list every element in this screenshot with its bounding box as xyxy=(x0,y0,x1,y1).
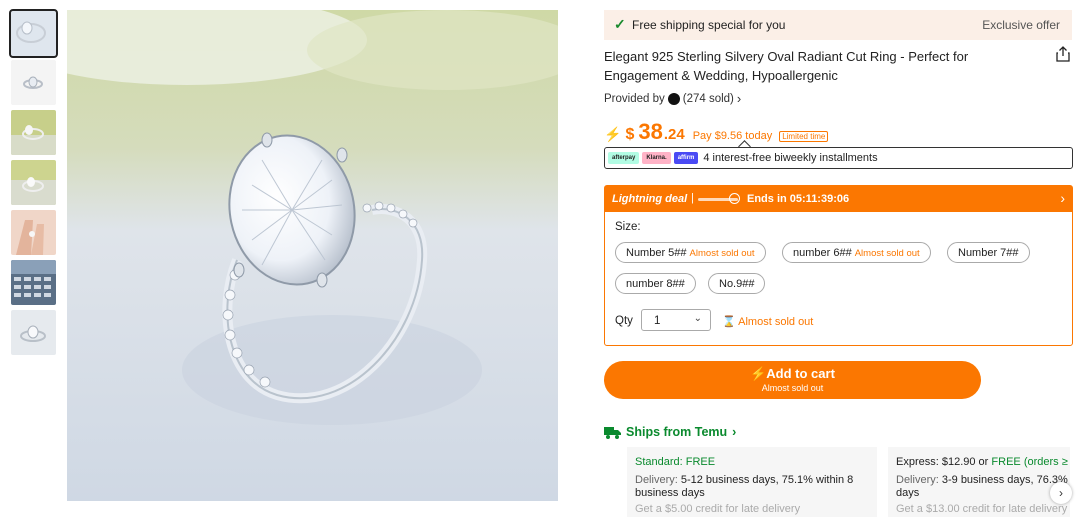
almost-sold-out-tag: Almost sold out xyxy=(689,248,755,259)
qty-label: Qty xyxy=(615,315,633,327)
express-credit: Get a $13.00 credit for late delivery xyxy=(896,503,1068,515)
chevron-right-icon: › xyxy=(736,91,742,106)
standard-name: Standard: xyxy=(635,456,683,468)
price-row: ⚡ $ 38 .24 Pay $9.56 today Limited time xyxy=(604,119,829,145)
express-price: FREE xyxy=(991,456,1021,468)
express-name: Express: $12.90 or xyxy=(896,456,989,468)
sold-count: (274 sold) xyxy=(682,92,734,105)
size-option-8[interactable]: number 8## xyxy=(615,273,696,294)
size-label: Size: xyxy=(615,221,641,233)
share-icon[interactable] xyxy=(1055,46,1071,62)
size-option-label: Number 5## xyxy=(626,247,687,259)
check-icon: ✓ xyxy=(614,16,626,32)
size-option-label: Number 7## xyxy=(958,247,1019,259)
limited-time-badge: Limited time xyxy=(779,131,829,142)
thumbnail-1[interactable] xyxy=(9,9,58,58)
ships-from-link[interactable]: Ships from Temu › xyxy=(604,425,736,439)
price-currency: $ xyxy=(625,126,635,143)
almost-sold-out-tag: Almost sold out xyxy=(854,248,920,259)
lightning-deal-label: Lightning deal xyxy=(612,193,688,205)
deal-countdown: Ends in 05:11:39:06 xyxy=(747,193,850,205)
hourglass-icon: ⌛ xyxy=(722,316,736,328)
thumbnail-3[interactable] xyxy=(11,110,56,155)
thumbnail-2[interactable] xyxy=(11,60,56,105)
chevron-down-icon: ⌄ xyxy=(693,313,702,324)
size-option-label: number 8## xyxy=(626,278,685,290)
clock-icon xyxy=(729,193,740,204)
price-integer: 38 xyxy=(638,119,663,144)
truck-icon xyxy=(604,426,621,439)
thumbnail-7[interactable] xyxy=(11,310,56,355)
standard-price: FREE xyxy=(685,456,716,468)
lightning-icon: ⚡ xyxy=(750,366,767,381)
delivery-label: Delivery: xyxy=(635,474,678,486)
product-main-image xyxy=(67,10,558,501)
free-shipping-banner: ✓ Free shipping special for you Exclusiv… xyxy=(604,10,1072,40)
seller-info[interactable]: Provided by (274 sold) › xyxy=(604,91,741,106)
thumbnail-5[interactable] xyxy=(11,210,56,255)
size-option-9[interactable]: No.9## xyxy=(708,273,766,294)
standard-credit: Get a $5.00 credit for late delivery xyxy=(635,503,801,515)
thumbnail-4[interactable] xyxy=(11,160,56,205)
standard-shipping-card[interactable]: Standard: FREE Delivery: 5-12 business d… xyxy=(627,447,877,517)
provided-by-label: Provided by xyxy=(604,92,665,105)
qty-almost-sold-out: ⌛ Almost sold out xyxy=(722,315,813,328)
standard-delivery: Delivery: 5-12 business days, 75.1% with… xyxy=(635,474,865,500)
chevron-right-icon[interactable]: › xyxy=(1060,190,1065,206)
klarna-logo: Klarna. xyxy=(642,152,671,164)
deal-separator: | xyxy=(691,192,694,204)
size-option-5[interactable]: Number 5## Almost sold out xyxy=(615,242,766,263)
add-to-cart-text: Add to cart xyxy=(766,366,835,381)
chevron-right-icon: › xyxy=(732,425,737,439)
delivery-label: Delivery: xyxy=(896,474,939,486)
standard-shipping-line: Standard: FREE xyxy=(635,456,715,468)
lightning-deal-box: Lightning deal | Ends in 05:11:39:06 › S… xyxy=(604,185,1073,346)
ships-from-text: Ships from Temu xyxy=(626,425,728,439)
quantity-select[interactable]: 1 ⌄ xyxy=(641,309,711,331)
installments-box[interactable]: afterpay Klarna. affirm 4 interest-free … xyxy=(604,147,1073,169)
free-shipping-text: Free shipping special for you xyxy=(632,18,786,32)
express-rest: (orders ≥ xyxy=(1023,456,1068,468)
seller-avatar xyxy=(667,92,680,105)
add-to-cart-button[interactable]: ⚡Add to cart Almost sold out xyxy=(604,361,981,399)
size-option-7[interactable]: Number 7## xyxy=(947,242,1030,263)
express-shipping-line: Express: $12.90 or FREE (orders ≥ xyxy=(896,456,1068,468)
add-to-cart-label: ⚡Add to cart xyxy=(604,366,981,382)
quantity-value: 1 xyxy=(654,315,661,327)
affirm-logo: affirm xyxy=(673,152,699,164)
size-option-label: number 6## xyxy=(793,247,852,259)
lightning-deal-header[interactable]: Lightning deal | Ends in 05:11:39:06 › xyxy=(605,186,1072,212)
afterpay-logo: afterpay xyxy=(608,152,640,164)
express-shipping-card[interactable]: Express: $12.90 or FREE (orders ≥ Delive… xyxy=(888,447,1070,517)
qty-warn-text: Almost sold out xyxy=(738,316,814,328)
size-option-label: No.9## xyxy=(719,278,755,290)
installments-text: 4 interest-free biweekly installments xyxy=(703,152,878,164)
product-title: Elegant 925 Sterling Silvery Oval Radian… xyxy=(604,49,969,83)
size-option-6[interactable]: number 6## Almost sold out xyxy=(782,242,931,263)
add-to-cart-subtext: Almost sold out xyxy=(761,383,824,393)
thumbnail-6[interactable] xyxy=(11,260,56,305)
shipping-next-button[interactable]: › xyxy=(1050,482,1072,504)
express-delivery: Delivery: 3-9 business days, 76.3% busin… xyxy=(896,474,1070,500)
price-decimal: .24 xyxy=(663,126,685,143)
pay-today-text: Pay $9.56 today xyxy=(692,130,773,142)
exclusive-offer-label: Exclusive offer xyxy=(982,18,1060,32)
lightning-icon: ⚡ xyxy=(604,126,622,142)
